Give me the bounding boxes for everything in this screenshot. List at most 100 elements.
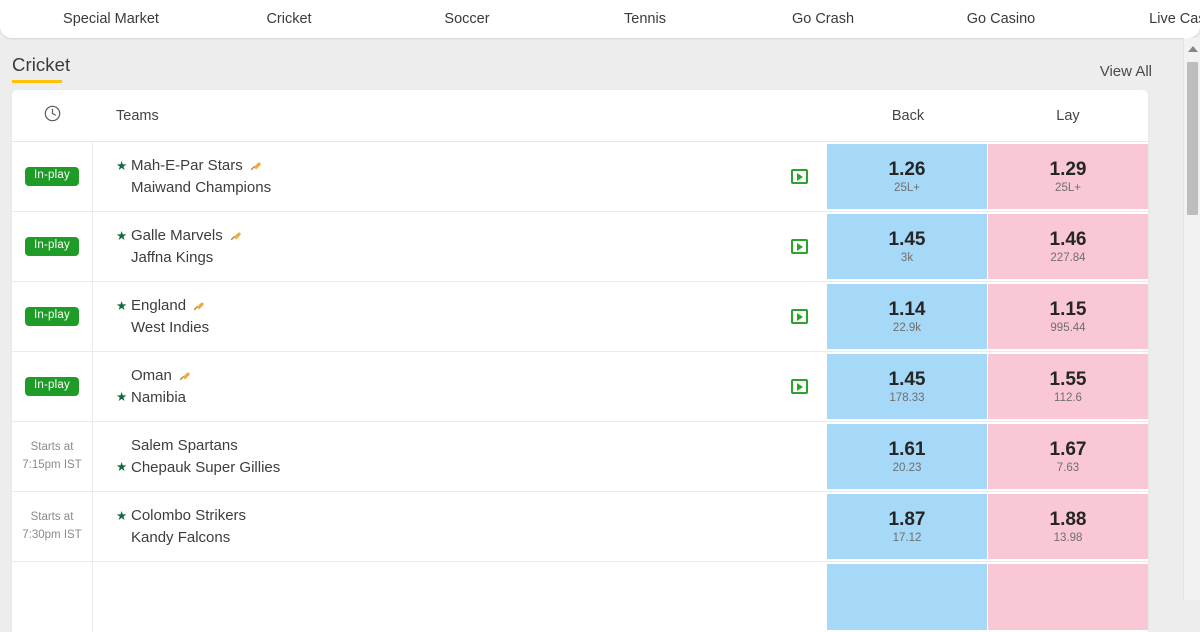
favorite-star-icon[interactable]: ★ — [116, 458, 131, 476]
live-stream-icon[interactable] — [790, 169, 808, 184]
lay-odds-cell[interactable]: 1.88 13.98 — [988, 494, 1148, 559]
row-status-cell — [12, 562, 93, 632]
status-badge: In-play — [25, 167, 79, 186]
team-name-1: England — [131, 296, 187, 314]
table-row[interactable]: Starts at7:30pm IST ★Colombo Strikers★Kan… — [12, 492, 1148, 562]
table-row[interactable]: In-play★Oman★Namibia1.45178.331.55112.6 — [12, 352, 1148, 422]
back-odds-value: 1.14 — [888, 298, 926, 320]
live-stream-icon[interactable] — [790, 379, 808, 394]
scrollbar-thumb[interactable] — [1187, 62, 1198, 215]
nav-cricket[interactable]: Cricket — [200, 11, 378, 27]
lay-odds-size: 112.6 — [1054, 392, 1082, 405]
row-teams-cell: ★Mah-E-Par Stars★Maiwand Champions — [93, 142, 771, 211]
back-odds-value: 1.26 — [888, 158, 926, 180]
match-rows-container: In-play★Mah-E-Par Stars★Maiwand Champion… — [12, 142, 1148, 632]
scroll-up-arrow-icon[interactable] — [1184, 42, 1200, 56]
favorite-star-icon[interactable]: ★ — [116, 157, 131, 175]
table-row[interactable]: In-play★Galle Marvels★Jaffna Kings 1.453k… — [12, 212, 1148, 282]
favorite-star-icon[interactable]: ★ — [116, 507, 131, 525]
page-title: Cricket — [12, 54, 71, 76]
lay-odds-cell[interactable]: 1.46 227.84 — [988, 214, 1148, 279]
team-name-1: Salem Spartans — [131, 436, 238, 454]
table-row[interactable]: In-play ★England ★West Indies 1.14 22.9k 1.15… — [12, 282, 1148, 352]
top-navigation-bar: Special Market Cricket Soccer Tennis Go Cras… — [0, 0, 1200, 38]
nav-special-market[interactable]: Special Market — [22, 11, 200, 27]
lay-odds-size: 7.63 — [1056, 462, 1080, 475]
row-teams-cell: ★Salem Spartans★Chepauk Super Gillies — [93, 422, 771, 491]
back-odds-cell[interactable]: 1.45 178.33 — [827, 354, 987, 419]
table-header-row: Teams Back Lay — [12, 90, 1148, 142]
row-teams-cell: ★Galle Marvels★Jaffna Kings — [93, 212, 771, 281]
lay-odds-value: 1.46 — [1049, 228, 1087, 250]
back-odds-size: 3k — [900, 252, 914, 265]
nav-go-crash[interactable]: Go Crash — [734, 11, 912, 27]
row-status-cell: In-play — [12, 282, 93, 351]
live-stream-icon[interactable] — [790, 239, 808, 254]
row-stream-cell — [771, 142, 827, 211]
lay-odds-size: 227.84 — [1050, 252, 1086, 265]
lay-odds-cell[interactable]: 1.15 995.44 — [988, 284, 1148, 349]
nav-tennis[interactable]: Tennis — [556, 11, 734, 27]
row-status-cell: Starts at 7:30pm IST — [12, 492, 93, 561]
cricket-matches-card: Teams Back Lay In-play★Mah-E-Par Stars★M… — [12, 90, 1148, 632]
favorite-star-icon[interactable]: ★ — [116, 227, 131, 245]
lay-odds-value: 1.15 — [1049, 298, 1087, 320]
row-teams-cell — [93, 562, 771, 632]
vertical-scrollbar[interactable] — [1183, 38, 1200, 600]
lay-odds-cell[interactable] — [988, 564, 1148, 630]
header-lay-label: Lay — [1056, 107, 1080, 124]
row-teams-cell: ★Colombo Strikers★Kandy Falcons — [93, 492, 771, 561]
row-stream-cell — [771, 492, 827, 561]
view-all-link[interactable]: View All — [1100, 49, 1182, 80]
row-stream-cell — [771, 562, 827, 632]
back-odds-value: 1.61 — [888, 438, 926, 460]
back-odds-cell[interactable]: 1.61 20.23 — [827, 424, 987, 489]
team-name-1: Galle Marvels — [131, 226, 223, 244]
start-time: Starts at 7:15pm IST — [22, 439, 81, 474]
team-row-primary: ★Salem Spartans — [116, 435, 771, 457]
lay-odds-cell[interactable]: 1.29 25L+ — [988, 144, 1148, 209]
header-teams-column: Teams — [93, 107, 772, 125]
row-stream-cell — [771, 352, 827, 421]
team-row-secondary: ★Kandy Falcons — [116, 527, 771, 549]
nav-go-casino[interactable]: Go Casino — [912, 11, 1090, 27]
start-time: Starts at 7:30pm IST — [22, 509, 81, 544]
nav-live-casino[interactable]: Live Casi — [1090, 11, 1200, 27]
cricket-bat-icon — [192, 299, 205, 312]
lay-odds-cell[interactable]: 1.55 112.6 — [988, 354, 1148, 419]
start-time-line1: Starts at — [30, 441, 74, 454]
team-row-primary: ★ Galle Marvels — [116, 225, 771, 247]
team-name-2: West Indies — [131, 318, 210, 336]
back-odds-cell[interactable] — [827, 564, 987, 630]
lay-odds-value: 1.88 — [1049, 508, 1087, 530]
table-row[interactable]: In-play ★Mah-E-Par Stars★Maiwand Champion… — [12, 142, 1148, 212]
lay-odds-size: 25L+ — [1055, 182, 1081, 195]
team-row-secondary: ★West Indies — [116, 317, 771, 339]
favorite-star-icon[interactable]: ★ — [116, 297, 131, 315]
row-stream-cell — [771, 212, 827, 281]
lay-odds-value: 1.29 — [1049, 158, 1087, 180]
back-odds-size: 22.9k — [892, 322, 922, 335]
row-status-cell: In-play — [12, 212, 93, 281]
section-title-group: Cricket — [12, 45, 71, 83]
start-time-line1: Starts at — [30, 511, 74, 524]
back-odds-cell[interactable]: 1.26 25L+ — [827, 144, 987, 209]
favorite-star-icon[interactable]: ★ — [116, 388, 131, 406]
cricket-bat-icon — [178, 369, 191, 382]
team-name-2: Maiwand Champions — [131, 178, 272, 196]
lay-odds-cell[interactable]: 1.67 7.63 — [988, 424, 1148, 489]
header-back-label: Back — [891, 107, 925, 124]
row-teams-cell: ★England ★West Indies — [93, 282, 771, 351]
team-name-1: Mah-E-Par Stars — [131, 156, 243, 174]
back-odds-cell[interactable]: 1.14 22.9k — [827, 284, 987, 349]
team-name-2: Kandy Falcons — [131, 528, 231, 546]
row-status-cell: Starts at 7:15pm IST — [12, 422, 93, 491]
nav-soccer[interactable]: Soccer — [378, 11, 556, 27]
table-row[interactable]: Starts at7:15pm IST ★Salem Spartans★Chepa… — [12, 422, 1148, 492]
back-odds-cell[interactable]: 1.87 17.12 — [827, 494, 987, 559]
team-name-2: Chepauk Super Gillies — [131, 458, 281, 476]
back-odds-cell[interactable]: 1.45 3k — [827, 214, 987, 279]
lay-odds-value: 1.67 — [1049, 438, 1087, 460]
table-row[interactable] — [12, 562, 1148, 632]
live-stream-icon[interactable] — [790, 309, 808, 324]
